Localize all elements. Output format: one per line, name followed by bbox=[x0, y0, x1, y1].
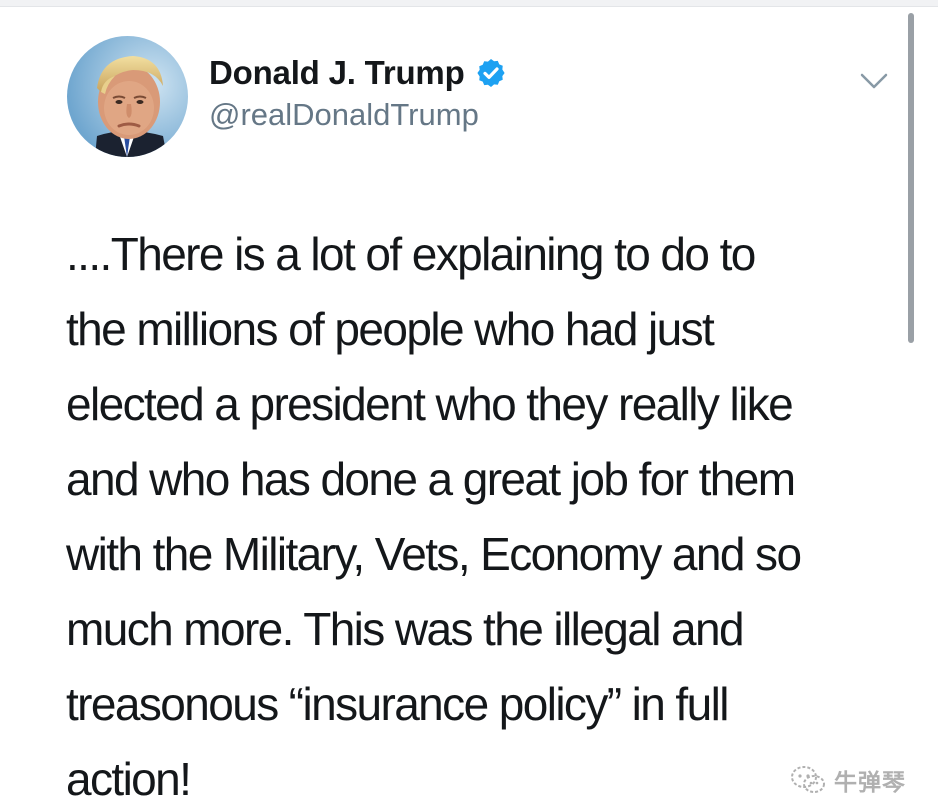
chevron-down-icon[interactable] bbox=[858, 69, 890, 93]
tweet-text: ....There is a lot of explaining to do t… bbox=[66, 228, 802, 805]
verified-badge-icon bbox=[475, 57, 507, 89]
watermark: 牛弹琴 bbox=[790, 762, 906, 798]
wechat-icon bbox=[790, 765, 826, 795]
avatar-image bbox=[67, 36, 188, 157]
handle[interactable]: @realDonaldTrump bbox=[209, 97, 479, 133]
scrollbar[interactable] bbox=[908, 13, 914, 343]
top-divider bbox=[0, 0, 938, 7]
display-name[interactable]: Donald J. Trump bbox=[209, 54, 465, 92]
author-name-row: Donald J. Trump bbox=[209, 53, 507, 93]
avatar[interactable] bbox=[67, 36, 188, 157]
tweet-card: Donald J. Trump @realDonaldTrump ....The… bbox=[0, 7, 938, 812]
watermark-text: 牛弹琴 bbox=[834, 770, 906, 796]
